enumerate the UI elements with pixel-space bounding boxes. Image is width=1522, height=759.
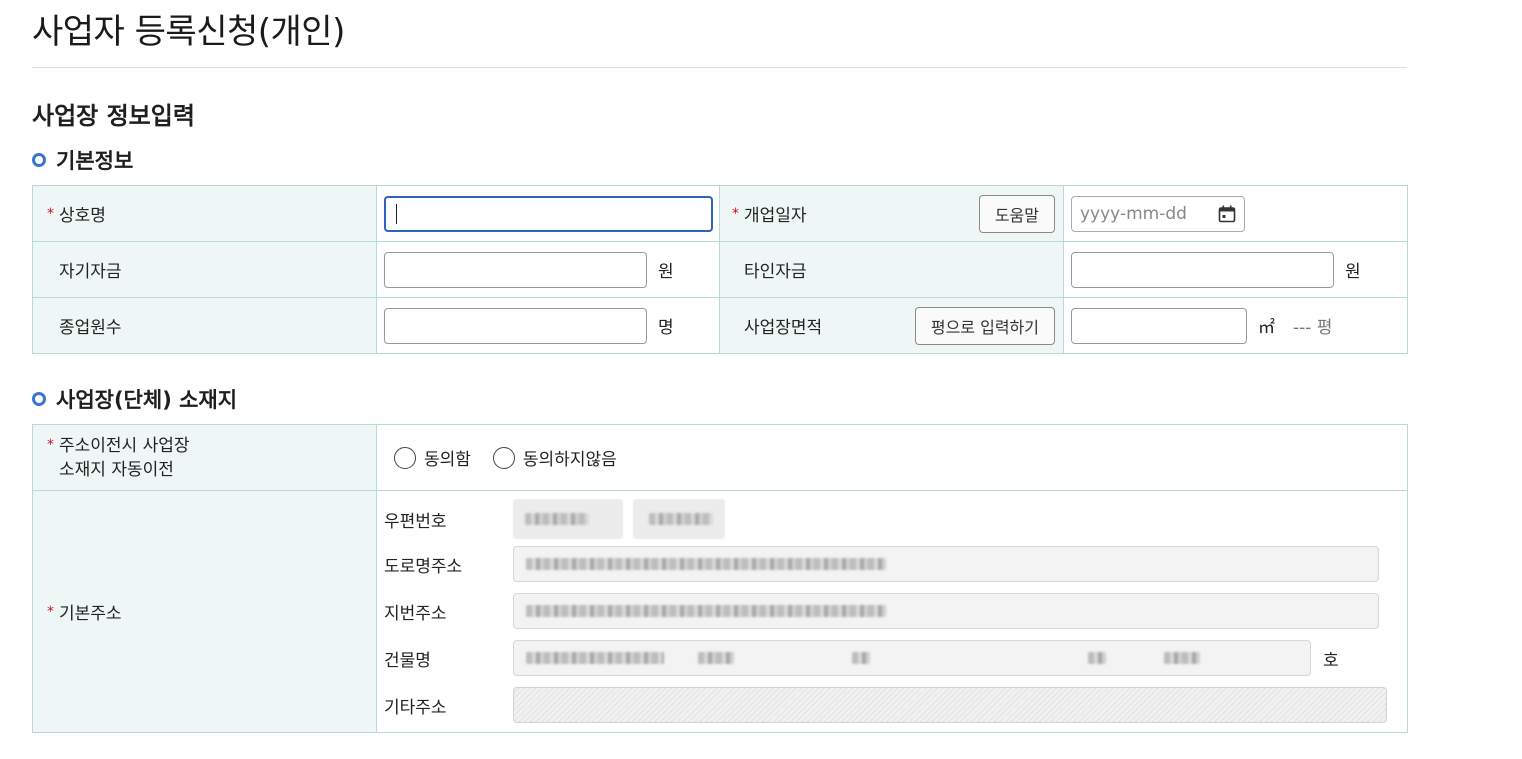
other-capital-header: 타인자금 [719,241,1064,298]
table-row: * 기본주소 우편번호 도로명주소 지번주소 건물명 호 기타주소 [32,490,1408,733]
auto-transfer-header: * 주소이전시 사업장 소재지 자동이전 [32,424,377,491]
base-address-header: * 기본주소 [32,490,377,733]
trade-name-label: 상호명 [59,206,106,226]
radio-agree[interactable]: 동의함 [394,445,471,470]
page: 사업자 등록신청(개인) 사업장 정보입력 기본정보 * 상호명 * 개업일자 … [0,0,1522,759]
trade-name-input[interactable] [384,195,713,232]
radio-agree-label: 동의함 [424,450,471,470]
calendar-icon[interactable] [1218,205,1236,223]
text-cursor [396,203,397,224]
required-mark: * [47,603,54,620]
postal-code-field-2[interactable] [633,499,725,539]
sqm-unit: ㎡ [1258,318,1275,338]
area-label: 사업장면적 [744,318,823,338]
postal-code-field[interactable] [513,499,623,539]
building-label: 건물명 [384,650,431,671]
trade-name-header: * 상호명 [32,185,377,242]
person-unit: 명 [658,318,674,338]
redacted-text [526,558,886,570]
location-table: * 주소이전시 사업장 소재지 자동이전 동의함 동의하지않음 * 기본주소 우… [32,424,1408,733]
auto-transfer-label-line1: 주소이전시 사업장 [59,435,190,456]
basic-info-heading: 기본정보 [32,145,133,175]
radio-circle-icon[interactable] [394,446,416,469]
location-title: 사업장(단체) 소재지 [56,388,238,412]
lot-address-field[interactable] [513,593,1379,629]
page-title: 사업자 등록신청(개인) [32,12,345,52]
required-mark: * [47,205,54,222]
employees-input[interactable] [384,307,647,344]
required-mark: * [732,205,739,222]
area-header: 사업장면적 평으로 입력하기 [719,297,1064,354]
other-capital-input[interactable] [1071,251,1334,288]
redacted-text [526,652,664,664]
redacted-text [525,513,589,525]
own-capital-header: 자기자금 [32,241,377,298]
redacted-text [649,513,713,525]
basic-info-title: 기본정보 [56,149,134,173]
circle-bullet-icon [32,392,46,406]
radio-circle-icon[interactable] [492,446,515,469]
table-row: 자기자금 원 타인자금 원 [32,241,1408,298]
location-heading: 사업장(단체) 소재지 [32,384,237,414]
own-capital-label: 자기자금 [59,262,122,282]
date-placeholder: yyyy-mm-dd [1080,203,1187,224]
redacted-text [698,652,734,664]
road-address-field[interactable] [513,546,1379,582]
title-divider [32,67,1407,68]
circle-bullet-icon [32,153,46,167]
other-address-field[interactable] [513,687,1387,723]
required-mark: * [47,436,54,453]
own-capital-input[interactable] [384,251,647,288]
won-unit: 원 [658,262,674,282]
employees-header: 종업원수 [32,297,377,354]
lot-address-row: 지번주소 [384,593,1379,629]
help-button[interactable]: 도움말 [978,194,1055,233]
radio-disagree-label: 동의하지않음 [522,450,617,470]
area-input[interactable] [1071,307,1247,344]
building-row: 건물명 호 [384,640,1339,676]
table-row: * 상호명 * 개업일자 도움말 yyyy-mm-dd [32,185,1408,242]
table-row: 종업원수 명 사업장면적 평으로 입력하기 ㎡ --- 평 [32,297,1408,354]
lot-address-label: 지번주소 [384,603,447,624]
building-field[interactable] [513,640,1311,676]
postal-code-row: 우편번호 [384,499,725,539]
opening-date-label: 개업일자 [744,206,807,226]
redacted-text [1164,652,1200,664]
employees-label: 종업원수 [59,318,122,338]
other-capital-label: 타인자금 [744,262,807,282]
radio-disagree[interactable]: 동의하지않음 [492,445,617,470]
pyeong-readout: --- 평 [1293,318,1333,338]
opening-date-input[interactable]: yyyy-mm-dd [1071,195,1245,232]
road-address-label: 도로명주소 [384,556,463,577]
postal-code-label: 우편번호 [384,511,447,532]
section-title: 사업장 정보입력 [32,102,195,130]
redacted-text [526,605,886,617]
won-unit: 원 [1345,262,1361,282]
table-row: * 주소이전시 사업장 소재지 자동이전 동의함 동의하지않음 [32,424,1408,491]
pyeong-input-button[interactable]: 평으로 입력하기 [914,306,1055,345]
other-address-label: 기타주소 [384,697,447,718]
basic-info-table: * 상호명 * 개업일자 도움말 yyyy-mm-dd 자기자금 원 타인자금 … [32,185,1408,354]
redacted-text [852,652,870,664]
road-address-row: 도로명주소 [384,546,1379,582]
opening-date-header: * 개업일자 도움말 [719,185,1064,242]
auto-transfer-label-line2: 소재지 자동이전 [59,459,174,480]
base-address-label: 기본주소 [59,604,122,624]
other-address-row: 기타주소 [384,687,1387,723]
ho-unit: 호 [1323,650,1339,671]
redacted-text [1088,652,1106,664]
